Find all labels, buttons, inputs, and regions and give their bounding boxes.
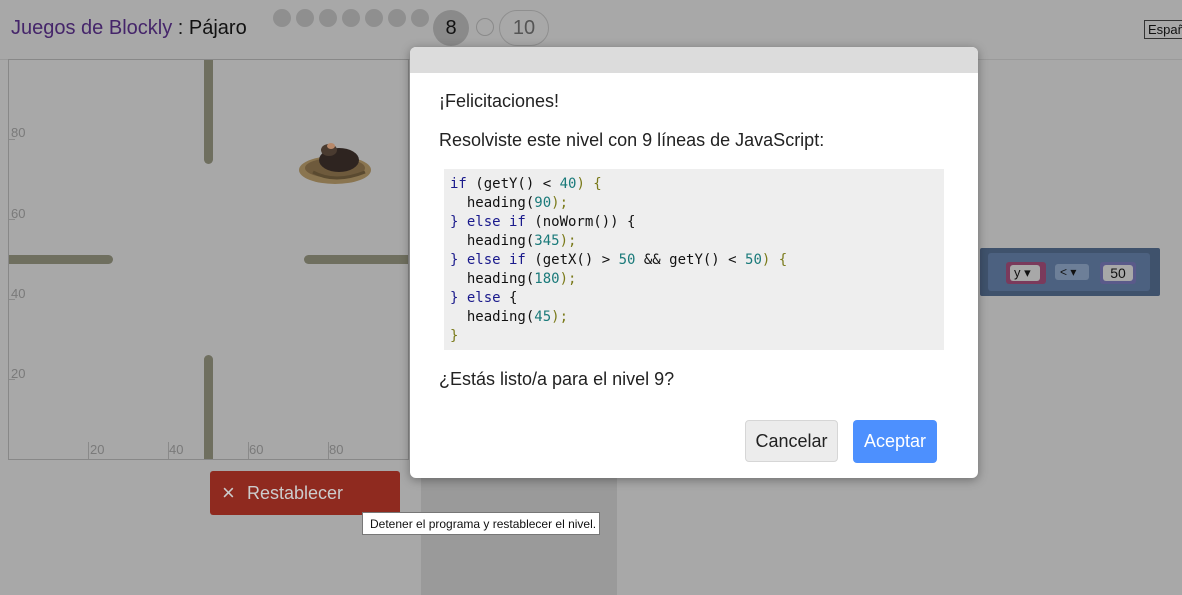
code-number: 50 [745, 252, 762, 268]
app-title-link[interactable]: Juegos de Blockly [11, 17, 172, 39]
code-keyword: if [450, 176, 467, 192]
x-tick [168, 442, 169, 459]
title-separator: : [172, 17, 189, 39]
y-tick [9, 379, 15, 380]
x-axis-label: 20 [90, 442, 105, 457]
bird-in-nest-icon [299, 143, 371, 184]
code-number: 90 [534, 195, 552, 211]
level-name: Pájaro [188, 17, 247, 39]
level-9-dot[interactable] [476, 18, 494, 36]
close-icon: × [222, 480, 235, 505]
accept-button[interactable]: Aceptar [853, 420, 937, 463]
level-4-dot[interactable] [342, 9, 360, 27]
reset-button[interactable]: × Restablecer [210, 471, 400, 515]
dialog-header[interactable] [410, 47, 978, 73]
level-3-dot[interactable] [319, 9, 337, 27]
code-text: heading( [450, 233, 535, 249]
level-2-dot[interactable] [296, 9, 314, 27]
cancel-button[interactable]: Cancelar [745, 420, 838, 462]
variable-block[interactable]: y ▾ [1006, 262, 1046, 284]
code-text: ); [551, 195, 569, 211]
reset-tooltip: Detener el programa y restablecer el niv… [362, 512, 600, 535]
level-7-dot[interactable] [411, 9, 429, 27]
current-level-badge[interactable]: 8 [433, 10, 469, 46]
game-map: 80 60 40 20 20 40 60 80 [8, 59, 409, 460]
code-text: ); [551, 309, 569, 325]
x-axis-label: 60 [249, 442, 264, 457]
code-text: ); [559, 271, 577, 287]
x-axis-label: 80 [329, 442, 344, 457]
page-title: Juegos de Blockly : Pájaro [11, 17, 247, 40]
code-text: ); [559, 233, 577, 249]
code-text: (getY() < [466, 176, 560, 192]
code-text: heading( [450, 195, 535, 211]
next-level-question: ¿Estás listo/a para el nivel 9? [439, 369, 675, 389]
wall-right [304, 255, 408, 264]
wall-bottom [204, 355, 213, 459]
solved-message: Resolviste este nivel con 9 líneas de Ja… [439, 130, 825, 150]
number-field[interactable]: 50 [1103, 265, 1133, 281]
wall-left [9, 255, 113, 264]
code-text: heading( [450, 271, 535, 287]
x-axis-label: 40 [169, 442, 184, 457]
code-number: 40 [559, 176, 577, 192]
level-5-dot[interactable] [365, 9, 383, 27]
reset-button-label: Restablecer [247, 483, 344, 503]
code-text: && getY() < [635, 252, 746, 268]
congratulations-dialog: ¡Felicitaciones! Resolviste este nivel c… [410, 47, 978, 478]
number-block[interactable]: 50 [1100, 262, 1136, 284]
code-keyword: } else [450, 290, 501, 306]
code-text: } [450, 328, 459, 344]
language-select[interactable]: Español [1144, 20, 1182, 39]
code-keyword: } else if [450, 214, 526, 230]
variable-dropdown[interactable]: y ▾ [1010, 265, 1040, 281]
code-number: 50 [618, 252, 636, 268]
code-text: heading( [450, 309, 535, 325]
y-tick [9, 139, 15, 140]
code-number: 45 [534, 309, 552, 325]
dialog-title: ¡Felicitaciones! [439, 91, 560, 111]
x-tick [248, 442, 249, 459]
x-tick [88, 442, 89, 459]
code-text: ) { [576, 176, 602, 192]
x-tick [328, 442, 329, 459]
last-level-badge[interactable]: 10 [499, 10, 549, 46]
code-keyword: } else if [450, 252, 526, 268]
code-text: (getX() > [525, 252, 619, 268]
code-listing: if (getY() < 40) { heading(90); } else i… [444, 169, 944, 350]
y-axis-label: 80 [11, 125, 26, 140]
level-1-dot[interactable] [273, 9, 291, 27]
code-text: { [500, 290, 518, 306]
y-tick [9, 219, 15, 220]
code-text: (noWorm()) { [525, 214, 636, 230]
blocks-toolbox-panel [421, 478, 617, 595]
level-6-dot[interactable] [388, 9, 406, 27]
code-number: 180 [534, 271, 560, 287]
code-number: 345 [534, 233, 560, 249]
wall-top [204, 60, 213, 164]
operator-dropdown[interactable]: < ▾ [1055, 264, 1089, 280]
code-text: ) { [761, 252, 788, 268]
y-tick [9, 299, 15, 300]
